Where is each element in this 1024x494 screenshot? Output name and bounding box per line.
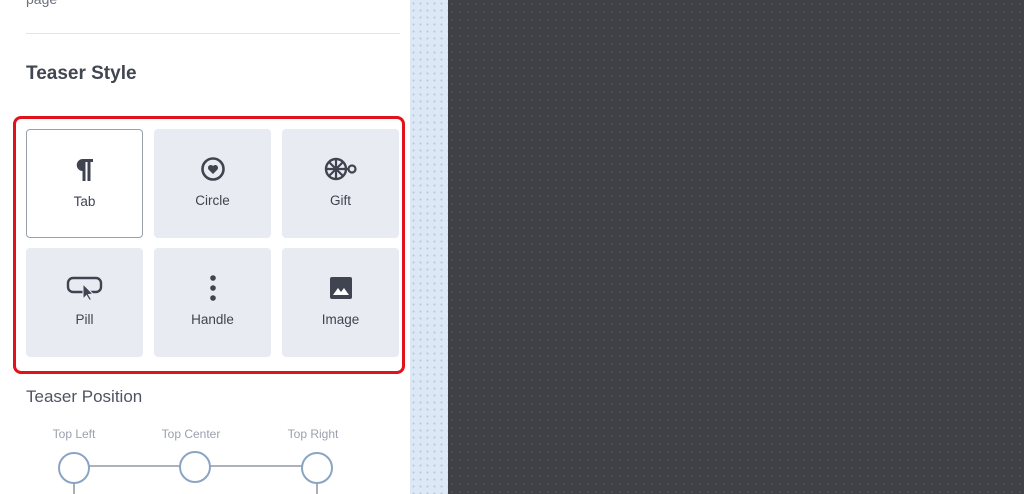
previous-section-text: page [26,0,57,7]
position-label-top-left: Top Left [52,427,96,441]
teaser-style-label: Handle [191,312,234,327]
teaser-position-title: Teaser Position [26,387,143,406]
teaser-style-label: Gift [329,193,351,208]
position-radio-top-left[interactable] [58,452,90,484]
teaser-style-label: Pill [75,312,94,327]
teaser-style-label: Image [321,312,360,327]
vertical-dots-icon [209,275,216,301]
teaser-style-tab[interactable]: Tab [26,129,143,238]
teaser-style-label: Tab [73,194,96,209]
teaser-style-circle[interactable]: Circle [154,129,271,238]
settings-panel: page Teaser Style Tab Circle [0,0,410,494]
canvas-border-strip [410,0,448,494]
gift-icon [324,157,357,181]
teaser-position-diagram [58,451,333,494]
paragraph-icon [76,158,93,181]
teaser-style-pill[interactable]: Pill [26,248,143,357]
image-icon [329,277,352,299]
position-label-top-center: Top Center [161,427,221,441]
teaser-style-title: Teaser Style [26,63,137,84]
teaser-style-image[interactable]: Image [282,248,399,357]
position-label-top-right: Top Right [287,427,339,441]
position-radio-top-right[interactable] [301,452,333,484]
heart-circle-icon [200,157,225,181]
teaser-style-label: Circle [195,193,230,208]
section-divider [26,33,400,34]
position-radio-top-center[interactable] [179,451,211,483]
preview-canvas [448,0,1024,494]
teaser-style-gift[interactable]: Gift [282,129,399,238]
teaser-style-handle[interactable]: Handle [154,248,271,357]
pill-cursor-icon [66,276,102,301]
